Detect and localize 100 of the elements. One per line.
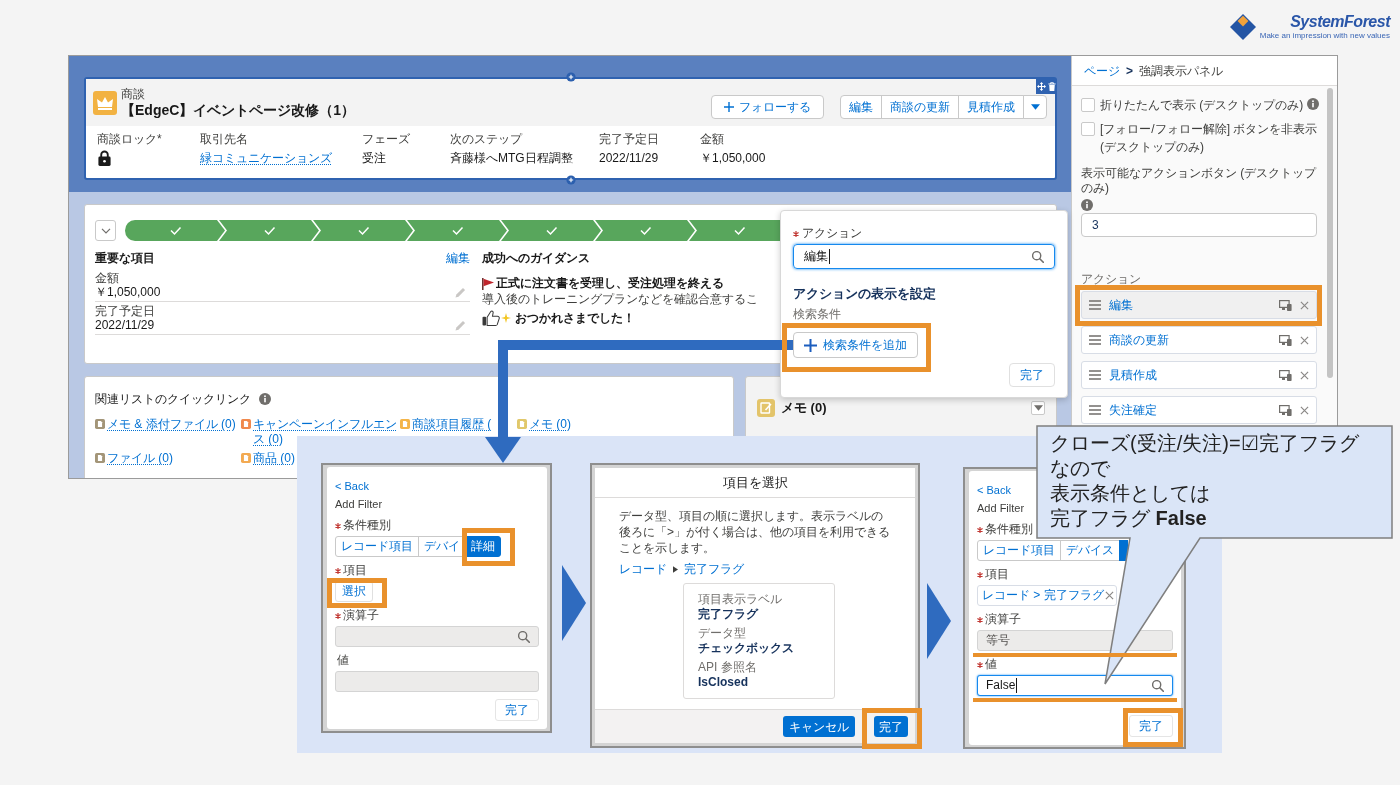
quick-link[interactable]: 商品 (0) bbox=[241, 451, 295, 466]
quick-link[interactable]: メモ (0) bbox=[517, 417, 571, 432]
dropdown-button[interactable] bbox=[1031, 401, 1045, 415]
action-button[interactable]: 編集 bbox=[840, 95, 882, 119]
field-label: 演算子 bbox=[985, 612, 1021, 627]
dropdown-button[interactable] bbox=[1023, 95, 1047, 119]
path-stage[interactable] bbox=[407, 220, 507, 241]
section-title: アクションの表示を設定 bbox=[793, 285, 937, 302]
trash-icon[interactable] bbox=[1048, 82, 1056, 91]
segment-tab[interactable]: レコード項目 bbox=[977, 540, 1061, 561]
action-list-item[interactable]: 失注確定 bbox=[1081, 396, 1317, 424]
path-stage[interactable] bbox=[501, 220, 601, 241]
action-label: 失注確定 bbox=[1109, 402, 1157, 418]
add-filter-button[interactable]: 検索条件を追加 bbox=[793, 332, 918, 358]
back-link[interactable]: < Back bbox=[335, 479, 369, 494]
follow-button[interactable]: フォローする bbox=[711, 95, 824, 119]
close-icon[interactable] bbox=[1300, 405, 1309, 415]
back-link[interactable]: < Back bbox=[977, 483, 1011, 498]
check-icon bbox=[358, 226, 370, 236]
check-icon bbox=[734, 226, 746, 236]
handle-icon[interactable] bbox=[566, 175, 576, 185]
section-title: 成功へのガイダンス bbox=[482, 251, 590, 265]
input-field[interactable]: False bbox=[977, 675, 1173, 696]
field-label: アクション bbox=[1081, 272, 1142, 287]
quick-link[interactable]: ファイル (0) bbox=[95, 451, 173, 466]
caret-down-icon bbox=[1033, 405, 1043, 411]
scrollbar[interactable] bbox=[1327, 88, 1333, 378]
handle-icon[interactable] bbox=[566, 72, 576, 82]
collapse-button[interactable] bbox=[95, 220, 116, 241]
path-stage[interactable] bbox=[313, 220, 413, 241]
field-value: ￥1,050,000 bbox=[700, 150, 766, 166]
quick-link[interactable]: メモ & 添付ファイル (0) bbox=[95, 417, 236, 432]
action-list-item[interactable]: 商談の更新 bbox=[1081, 326, 1317, 354]
check-icon bbox=[546, 226, 558, 236]
info-icon bbox=[259, 393, 271, 405]
done-button[interactable]: 完了 bbox=[1009, 363, 1055, 387]
path-stage[interactable] bbox=[125, 220, 225, 241]
thumbs-up-icon bbox=[482, 310, 500, 326]
segment-tab[interactable]: 詳細 bbox=[465, 536, 501, 557]
done-button[interactable]: 完了 bbox=[1129, 715, 1173, 737]
action-button[interactable]: 商談の更新 bbox=[881, 95, 959, 119]
action-search-field[interactable]: 編集 bbox=[793, 244, 1055, 269]
caret-right-icon bbox=[673, 566, 678, 573]
pencil-icon[interactable] bbox=[455, 320, 466, 331]
object-label: 商談 bbox=[121, 86, 145, 101]
quick-link[interactable]: キャンペーンインフルエンス (0) bbox=[241, 417, 400, 447]
check-icon bbox=[452, 226, 464, 236]
grip-lines-icon[interactable] bbox=[1089, 300, 1101, 310]
devices-icon[interactable] bbox=[1279, 299, 1292, 311]
quick-link[interactable]: 商談項目履歴 ( bbox=[400, 417, 492, 432]
selected-field-pill[interactable]: レコード > 完了フラグ bbox=[977, 585, 1117, 606]
field-label: 完了予定日 bbox=[599, 132, 659, 147]
pencil-icon[interactable] bbox=[455, 287, 466, 298]
detail-value: 完了フラグ bbox=[698, 607, 758, 622]
action-button[interactable]: 見積作成 bbox=[958, 95, 1024, 119]
grip-lines-icon[interactable] bbox=[1089, 370, 1101, 380]
action-list-item[interactable]: 編集 bbox=[1081, 291, 1317, 319]
guidance-text: 導入後のトレーニングプランなどを確認合意するこ bbox=[482, 292, 758, 307]
info-icon bbox=[1081, 199, 1093, 211]
grip-lines-icon[interactable] bbox=[1089, 405, 1101, 415]
select-button[interactable]: 選択 bbox=[335, 581, 373, 602]
devices-icon[interactable] bbox=[1279, 404, 1292, 416]
guidance-closing: おつかれさまでした！ bbox=[515, 310, 635, 326]
close-icon[interactable] bbox=[1104, 591, 1114, 600]
account-link[interactable]: 緑コミュニケーションズ bbox=[200, 150, 332, 166]
panel-title: Add Filter bbox=[335, 497, 383, 512]
checkbox[interactable] bbox=[1081, 98, 1095, 112]
breadcrumb-link[interactable]: レコード bbox=[619, 562, 667, 577]
devices-icon[interactable] bbox=[1279, 334, 1292, 346]
number-field[interactable]: 3 bbox=[1081, 213, 1317, 237]
breadcrumb-link[interactable]: ページ bbox=[1084, 62, 1120, 79]
lock-icon bbox=[97, 150, 112, 166]
action-list-item[interactable]: 見積作成 bbox=[1081, 361, 1317, 389]
detail-label: 項目表示ラベル bbox=[698, 592, 782, 607]
logo-tagline: Make an impression with new values bbox=[1259, 31, 1390, 41]
field-label: 項目 bbox=[985, 567, 1009, 582]
path-stage[interactable] bbox=[219, 220, 319, 241]
move-icon[interactable] bbox=[1037, 82, 1046, 91]
segment-tab[interactable]: デバイス bbox=[1060, 540, 1120, 561]
cancel-button[interactable]: キャンセル bbox=[783, 716, 855, 737]
detail-value: チェックボックス bbox=[698, 641, 794, 656]
panel-title: Add Filter bbox=[977, 501, 1025, 516]
field-value: 斉藤様へMTG日程調整 bbox=[450, 150, 573, 166]
segment-tab[interactable]: レコード項目 bbox=[335, 536, 419, 557]
done-button[interactable]: 完了 bbox=[495, 699, 539, 721]
grip-lines-icon[interactable] bbox=[1089, 335, 1101, 345]
callout-text: クローズ(受注/失注)=☑完了フラグ なので 表示条件としては 完了フラグ False bbox=[1050, 431, 1360, 531]
path-stage[interactable] bbox=[595, 220, 695, 241]
devices-icon[interactable] bbox=[1279, 369, 1292, 381]
close-icon[interactable] bbox=[1300, 300, 1309, 310]
check-icon bbox=[170, 226, 182, 236]
breadcrumb-link[interactable]: 完了フラグ bbox=[684, 562, 744, 577]
field-label: 値 bbox=[985, 657, 997, 672]
close-icon[interactable] bbox=[1300, 370, 1309, 380]
done-button[interactable]: 完了 bbox=[874, 716, 908, 737]
field-value: 2022/11/29 bbox=[95, 318, 155, 333]
checkbox[interactable] bbox=[1081, 122, 1095, 136]
edit-link[interactable]: 編集 bbox=[446, 251, 470, 265]
close-icon[interactable] bbox=[1300, 335, 1309, 345]
caret-down-icon bbox=[1030, 104, 1040, 110]
